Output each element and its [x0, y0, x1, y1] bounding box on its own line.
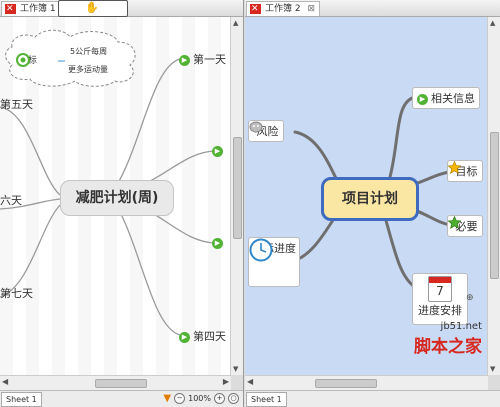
- zoom-level: 100%: [188, 394, 211, 403]
- cloud-item-2[interactable]: 更多运动量: [68, 64, 108, 75]
- zoom-out-icon[interactable]: −: [174, 393, 186, 404]
- tab-bar: 工作簿 1 ⊠ ✋: [0, 0, 243, 17]
- workbook-2-pane: 工作簿 2 ⊠ 项目计划 风险 ▶相关信息: [245, 0, 500, 407]
- tab-label: 工作簿 1: [20, 4, 56, 14]
- node-schedule[interactable]: 7 进度安排: [412, 273, 468, 325]
- close-icon[interactable]: ⊠: [307, 4, 315, 14]
- branch-day6[interactable]: 六天: [0, 192, 22, 208]
- arrow-right-icon: ▶: [179, 331, 190, 343]
- mindmap-canvas[interactable]: 目标 5公斤每周 更多运动量 减肥计划(周) ▶第一天 ▶ ▶ ▶第四天 第五天…: [0, 17, 231, 375]
- sheet-tab[interactable]: Sheet 1: [246, 392, 287, 407]
- fit-icon[interactable]: ○: [228, 393, 239, 404]
- tab-label: 工作簿 2: [265, 4, 301, 14]
- hand-icon: ✋: [85, 1, 99, 14]
- scroll-down-icon[interactable]: ▼: [233, 365, 238, 373]
- vertical-scrollbar[interactable]: ▲ ▼: [230, 17, 243, 375]
- status-bar: Sheet 1 ▼ − 100% + ○: [0, 390, 243, 407]
- node-related[interactable]: ▶ 相关信息: [412, 87, 480, 109]
- sheet-tab[interactable]: Sheet 1: [1, 392, 42, 407]
- node-risk[interactable]: 风险: [248, 120, 284, 142]
- watermark-text: 脚本之家: [414, 337, 482, 357]
- app-logo-icon: [5, 2, 16, 16]
- cloud-item-1[interactable]: 5公斤每周: [70, 46, 107, 57]
- scroll-up-icon[interactable]: ▲: [490, 19, 495, 27]
- arrow-right-icon: ▶: [417, 93, 428, 105]
- node-progress[interactable]: 实际进度: [248, 237, 300, 287]
- node-must[interactable]: 必要: [447, 215, 483, 237]
- tab-workbook-2[interactable]: 工作簿 2 ⊠: [246, 1, 321, 16]
- connector-day4: [109, 194, 181, 336]
- scrollbar-thumb[interactable]: [490, 132, 499, 279]
- branch-day1-label: 第一天: [193, 53, 226, 66]
- arrow-right-icon: ▶: [212, 145, 223, 157]
- scroll-right-icon[interactable]: ▶: [223, 377, 229, 386]
- branch-day4-label: 第四天: [193, 330, 226, 343]
- app-logo-icon: [250, 2, 261, 16]
- scroll-up-icon[interactable]: ▲: [233, 19, 238, 27]
- branch-day4[interactable]: ▶ 第四天: [179, 328, 226, 344]
- scrollbar-thumb[interactable]: [233, 137, 242, 239]
- connector-day5: [0, 106, 61, 196]
- node-schedule-label: 进度安排: [418, 304, 462, 317]
- watermark: jb51.net 脚本之家: [414, 321, 482, 357]
- branch-day7[interactable]: 第七天: [0, 285, 33, 301]
- branch-day2[interactable]: ▶: [212, 144, 226, 157]
- mindmap-canvas[interactable]: 项目计划 风险 ▶ 相关信息 目标 必要 实际进度 7 进度安排 ⊕ jb51.…: [245, 17, 488, 375]
- watermark-url: jb51.net: [440, 321, 482, 332]
- connector-day7: [0, 204, 61, 298]
- node-related-label: 相关信息: [431, 92, 475, 105]
- arrow-right-icon: ▶: [179, 54, 190, 66]
- branch-day3[interactable]: ▶: [212, 236, 226, 249]
- arrow-right-icon: ▶: [212, 237, 223, 249]
- filter-icon[interactable]: ▼: [163, 392, 171, 405]
- horizontal-scrollbar[interactable]: ◀ ▶: [0, 375, 231, 390]
- branch-day5[interactable]: 第五天: [0, 96, 33, 112]
- hand-tool-button[interactable]: ✋: [58, 0, 128, 17]
- scroll-down-icon[interactable]: ▼: [490, 365, 495, 373]
- tab-bar: 工作簿 2 ⊠: [245, 0, 500, 17]
- vertical-scrollbar[interactable]: ▲ ▼: [487, 17, 500, 375]
- workbook-1-pane: 工作簿 1 ⊠ ✋ 目标 5公斤: [0, 0, 244, 407]
- scrollbar-thumb[interactable]: [95, 379, 147, 388]
- scrollbar-thumb[interactable]: [315, 379, 377, 388]
- scroll-left-icon[interactable]: ◀: [2, 377, 8, 386]
- connector-related: [388, 95, 417, 179]
- central-topic[interactable]: 减肥计划(周): [60, 180, 174, 216]
- connector-schedule: [383, 215, 417, 289]
- central-topic[interactable]: 项目计划: [321, 177, 419, 221]
- node-goal[interactable]: 目标: [447, 160, 483, 182]
- cloud-goal[interactable]: 目标: [16, 53, 37, 67]
- expand-icon[interactable]: ⊕: [466, 293, 474, 303]
- calendar-icon: 7: [428, 276, 452, 302]
- zoom-in-icon[interactable]: +: [214, 393, 225, 404]
- scroll-left-icon[interactable]: ◀: [247, 377, 253, 386]
- status-bar: Sheet 1: [245, 390, 500, 407]
- branch-day1[interactable]: ▶ 第一天: [179, 51, 226, 67]
- horizontal-scrollbar[interactable]: ◀: [245, 375, 488, 390]
- zoom-controls: ▼ − 100% + ○: [163, 392, 239, 405]
- calendar-day: 7: [436, 284, 444, 298]
